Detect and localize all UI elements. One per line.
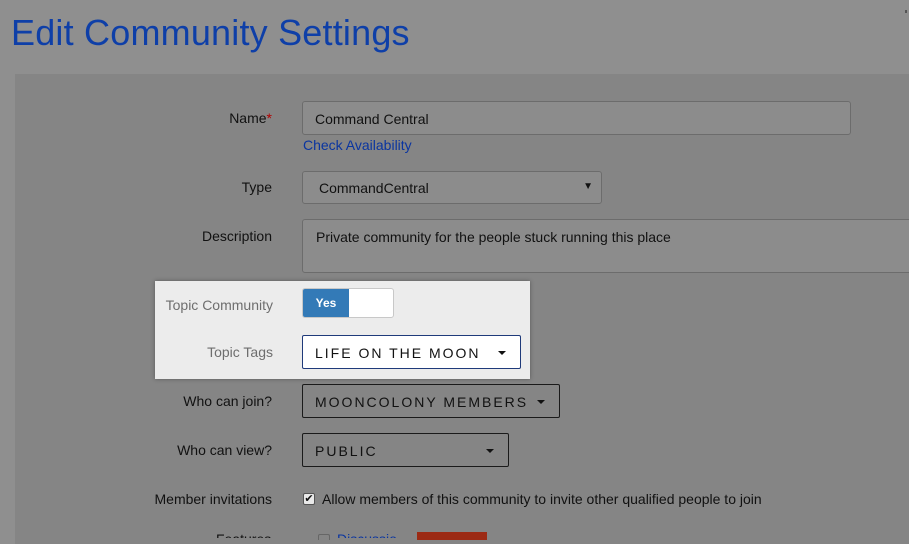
caret-down-icon (537, 400, 545, 404)
corner-mark (905, 10, 907, 13)
features-label: Features (216, 532, 276, 538)
checkmark-icon: ✔ (304, 493, 314, 505)
name-label: Name* (229, 110, 272, 126)
who-can-view-label: Who can view? (177, 442, 272, 458)
required-mark: * (266, 110, 272, 126)
toggle-on-label: Yes (303, 289, 349, 317)
topic-tags-dropdown[interactable]: LIFE ON THE MOON (302, 335, 521, 369)
topic-community-label: Topic Community (165, 297, 273, 313)
who-can-view-value: PUBLIC (315, 443, 378, 459)
check-availability-link[interactable]: Check Availability (303, 137, 412, 153)
feature-action-button[interactable] (417, 532, 487, 540)
topic-highlight-section: Topic Community Yes Topic Tags LIFE ON T… (155, 281, 530, 379)
member-invitations-checkbox-label[interactable]: Allow members of this community to invit… (322, 491, 762, 507)
caret-down-icon (498, 351, 506, 355)
description-label: Description (201, 228, 272, 244)
who-can-join-label: Who can join? (183, 393, 272, 409)
caret-down-icon (486, 449, 494, 453)
who-can-join-dropdown[interactable]: MOONCOLONY MEMBERS (302, 384, 560, 418)
type-select-value: CommandCentral (319, 180, 429, 196)
type-label: Type (241, 179, 272, 195)
description-textarea[interactable]: Private community for the people stuck r… (302, 219, 909, 273)
topic-tags-label: Topic Tags (207, 344, 273, 360)
who-can-join-value: MOONCOLONY MEMBERS (315, 394, 529, 410)
features-checkbox[interactable] (318, 534, 330, 540)
chevron-down-icon: ▼ (583, 181, 593, 192)
who-can-view-dropdown[interactable]: PUBLIC (302, 433, 509, 467)
name-input[interactable]: Command Central (302, 101, 851, 135)
discussion-link[interactable]: Discussion (337, 532, 397, 538)
type-select[interactable]: CommandCentral ▼ (302, 171, 602, 204)
member-invitations-checkbox[interactable]: ✔ (303, 493, 315, 505)
page-title: Edit Community Settings (11, 12, 410, 53)
topic-tags-value: LIFE ON THE MOON (315, 345, 481, 361)
member-invitations-label: Member invitations (154, 491, 273, 507)
topic-community-toggle[interactable]: Yes (302, 288, 394, 318)
